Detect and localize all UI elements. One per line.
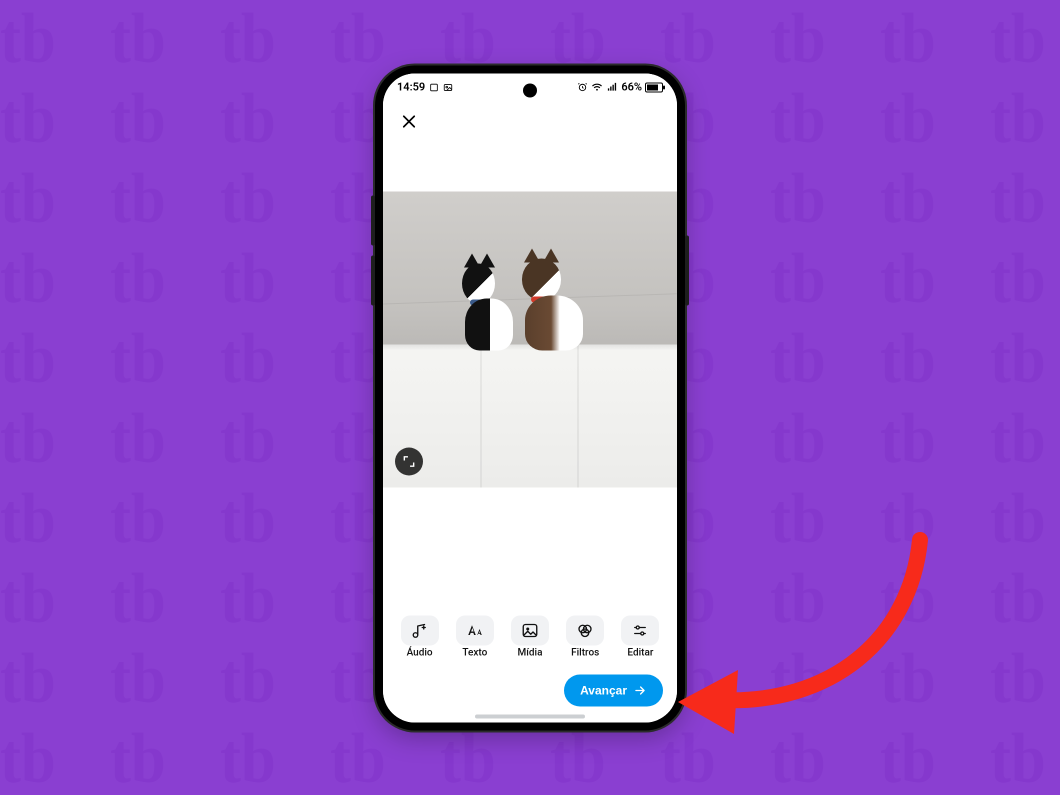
status-time: 14:59 — [397, 81, 425, 94]
tool-media-label: Mídia — [518, 647, 543, 658]
phone-volume-down-decor — [371, 255, 375, 305]
tool-edit-label: Editar — [627, 647, 653, 658]
tool-text[interactable]: Texto — [452, 615, 497, 658]
status-right: 66% — [577, 81, 663, 94]
sliders-icon — [631, 621, 649, 639]
tool-text-label: Texto — [462, 647, 487, 658]
alarm-icon — [577, 82, 588, 93]
home-indicator — [475, 714, 585, 718]
tool-filters[interactable]: Filtros — [563, 615, 608, 658]
expand-icon — [402, 454, 416, 468]
tool-row: Áudio Texto Mídia Filtros — [383, 615, 677, 668]
screenshot-icon — [429, 82, 439, 92]
photo-content — [383, 191, 677, 487]
phone-screen: 14:59 66% — [383, 73, 677, 722]
battery-icon — [645, 82, 663, 92]
tool-audio[interactable]: Áudio — [397, 615, 442, 658]
phone-frame: 14:59 66% — [375, 65, 685, 730]
tool-filters-label: Filtros — [571, 647, 599, 658]
advance-button-label: Avançar — [580, 683, 627, 697]
photo-cat-right — [518, 251, 590, 351]
close-button[interactable] — [395, 107, 423, 135]
tool-media[interactable]: Mídia — [507, 615, 552, 658]
signal-icon — [606, 82, 618, 93]
app-bar — [383, 101, 677, 141]
photo-cabinet — [383, 345, 677, 487]
wifi-icon — [591, 82, 603, 93]
advance-button[interactable]: Avançar — [564, 674, 663, 706]
tool-edit[interactable]: Editar — [618, 615, 663, 658]
tool-audio-label: Áudio — [407, 647, 433, 658]
music-note-plus-icon — [411, 621, 429, 639]
spacer — [383, 487, 677, 615]
status-left: 14:59 — [397, 81, 453, 94]
phone-power-button-decor — [685, 235, 689, 305]
photo-cat-left — [459, 256, 519, 351]
filters-rings-icon — [576, 621, 594, 639]
phone-volume-up-decor — [371, 195, 375, 245]
image-icon — [521, 621, 539, 639]
expand-button[interactable] — [395, 447, 423, 475]
camera-notch — [523, 83, 537, 97]
close-icon — [400, 112, 418, 130]
image-indicator-icon — [443, 82, 453, 92]
arrow-right-icon — [633, 683, 647, 697]
battery-percent: 66% — [621, 81, 642, 94]
text-aa-icon — [465, 621, 485, 639]
media-preview[interactable] — [383, 191, 677, 487]
